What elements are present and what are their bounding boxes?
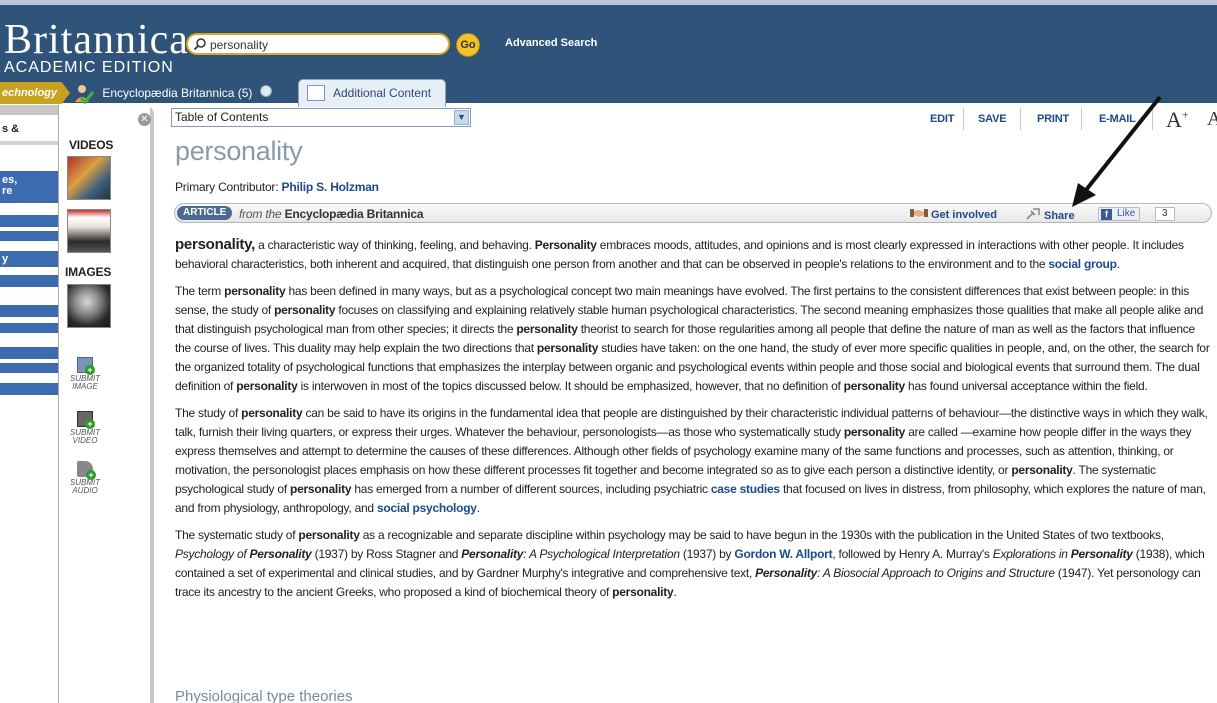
article-source-prefix: from the <box>239 207 282 221</box>
link-case-studies[interactable]: case studies <box>711 482 780 496</box>
lead-term: personality, <box>175 236 256 253</box>
decrease-font-button[interactable]: A <box>1207 108 1217 131</box>
font-up-label: A <box>1166 107 1182 132</box>
content-list-icon <box>307 85 325 101</box>
divider <box>1081 108 1082 130</box>
audio-add-icon: + <box>77 461 96 480</box>
left-nav-item[interactable] <box>0 215 58 227</box>
image-thumbnail[interactable] <box>67 284 111 328</box>
submit-video-button[interactable]: + SUBMIT VIDEO <box>55 411 115 445</box>
tab-technology[interactable]: echnology <box>0 82 70 104</box>
search-icon <box>193 38 206 51</box>
tab-additional-label: Additional Content <box>333 86 432 100</box>
table-of-contents-select[interactable]: Table of Contents ▼ <box>171 108 471 127</box>
tab-encyclopaedia-count: (5) <box>237 86 253 100</box>
article-paragraph: The systematic study of personality as a… <box>175 528 1205 599</box>
email-button[interactable]: E-MAIL <box>1099 113 1136 125</box>
left-nav-item[interactable] <box>0 275 58 287</box>
submit-audio-label: AUDIO <box>72 486 98 495</box>
link-social-group[interactable]: social group <box>1048 257 1117 271</box>
left-panel: s & es, re y VIDEOS IMAGES + SUBMIT IMAG… <box>0 105 154 703</box>
share-icon <box>1026 208 1040 220</box>
left-nav-item[interactable]: y <box>0 251 58 267</box>
go-button[interactable]: Go <box>456 33 480 57</box>
toc-selected-value: Table of Contents <box>175 110 269 124</box>
facebook-icon: f <box>1101 209 1112 220</box>
contributor-label: Primary Contributor: <box>175 180 279 194</box>
facebook-like-button[interactable]: f Like <box>1098 207 1141 221</box>
chevron-down-icon[interactable] <box>259 84 272 97</box>
left-nav-item[interactable]: es, re <box>0 171 58 203</box>
images-title: IMAGES <box>65 265 112 279</box>
video-thumbnail[interactable] <box>67 156 111 200</box>
video-thumbnail[interactable] <box>67 209 111 253</box>
close-icon[interactable]: ✕ <box>138 113 151 126</box>
article-source: from the Encyclopædia Britannica <box>239 207 424 221</box>
logo-subtitle: ACADEMIC EDITION <box>4 59 174 76</box>
left-nav-item[interactable] <box>0 347 58 359</box>
divider <box>963 108 964 130</box>
article-paragraph: The term personality has been defined in… <box>175 284 1210 393</box>
article-paragraph: The study of personality can be said to … <box>175 406 1208 515</box>
article-paragraph: personality, a characteristic way of thi… <box>175 236 1184 271</box>
print-button[interactable]: PRINT <box>1037 113 1069 125</box>
left-nav-item-label: re <box>2 185 13 197</box>
edit-button[interactable]: EDIT <box>930 113 954 125</box>
divider <box>1152 108 1153 130</box>
chevron-down-icon: ▼ <box>454 110 469 125</box>
media-panel: VIDEOS IMAGES + SUBMIT IMAGE + SUBMIT VI… <box>58 105 150 703</box>
advanced-search-link[interactable]: Advanced Search <box>505 37 597 49</box>
section-heading[interactable]: Physiological type theories <box>175 688 353 703</box>
image-add-icon: + <box>77 357 95 375</box>
search-input[interactable] <box>210 36 440 53</box>
contributor-line: Primary Contributor: Philip S. Holzman <box>175 180 379 194</box>
submit-image-label: IMAGE <box>72 382 98 391</box>
article-body: personality, a characteristic way of thi… <box>175 235 1212 610</box>
share-link[interactable]: Share <box>1025 207 1075 222</box>
article-badge: ARTICLE <box>177 206 233 220</box>
handshake-icon <box>910 209 928 217</box>
divider <box>1020 108 1021 130</box>
left-nav-item[interactable] <box>0 305 58 317</box>
article-source-name: Encyclopædia Britannica <box>284 207 424 221</box>
left-nav-item[interactable] <box>0 383 58 395</box>
britannica-logo[interactable]: Britannica <box>4 19 189 61</box>
header-bar: Britannica ACADEMIC EDITION Go Advanced … <box>0 0 1217 107</box>
person-check-icon <box>75 84 95 104</box>
share-label: Share <box>1044 210 1075 222</box>
like-count: 3 <box>1155 207 1175 221</box>
increase-font-button[interactable]: A+ <box>1166 107 1189 133</box>
contributor-link[interactable]: Philip S. Holzman <box>282 180 379 194</box>
videos-title: VIDEOS <box>69 138 114 152</box>
left-nav-item[interactable] <box>0 323 58 333</box>
tab-encyclopaedia-label: Encyclopædia Britannica <box>102 86 235 100</box>
link-social-psychology[interactable]: social psychology <box>377 501 477 515</box>
left-nav-item-label: y <box>2 253 9 265</box>
tab-additional-content[interactable]: Additional Content <box>298 79 446 107</box>
submit-video-label: VIDEO <box>72 436 98 445</box>
save-button[interactable]: SAVE <box>978 113 1007 125</box>
submit-image-button[interactable]: + SUBMIT IMAGE <box>55 357 115 391</box>
left-nav-item[interactable] <box>0 231 58 241</box>
page-title: personality <box>175 136 303 166</box>
facebook-like-label: Like <box>1117 208 1136 219</box>
left-nav-fragment[interactable]: s & <box>2 123 19 135</box>
search-box[interactable] <box>186 33 450 55</box>
left-nav-item[interactable] <box>0 363 58 373</box>
video-add-icon: + <box>77 411 95 429</box>
divider <box>0 141 58 145</box>
tab-encyclopaedia-britannica[interactable]: Encyclopædia Britannica (5) <box>73 82 272 106</box>
submit-audio-button[interactable]: + SUBMIT AUDIO <box>55 461 115 495</box>
get-involved-link[interactable]: Get involved <box>910 207 997 221</box>
link-gordon-allport[interactable]: Gordon W. Allport <box>734 547 832 561</box>
get-involved-label: Get involved <box>931 209 998 221</box>
article-info-bar: ARTICLE from the Encyclopædia Britannica… <box>174 203 1212 223</box>
left-nav: s & es, re y <box>0 115 58 703</box>
